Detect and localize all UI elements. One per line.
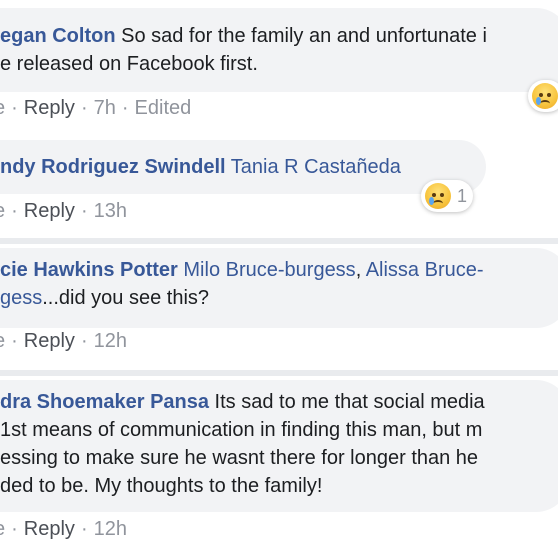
comment-block-2: ndy Rodriguez Swindell Tania R Castañeda… xyxy=(0,128,558,238)
comment-text: So sad for the family an and unfortunate… xyxy=(115,25,487,47)
timestamp-link[interactable]: 12h xyxy=(94,518,127,540)
reaction-badge[interactable]: 1 xyxy=(421,180,474,212)
comment-author-link[interactable]: ndy Rodriguez Swindell xyxy=(0,156,226,178)
comment-text: 1st means of communication in finding th… xyxy=(0,419,483,441)
comment-text-line: dra Shoemaker Pansa Its sad to me that s… xyxy=(0,388,485,417)
comment-actions: e·Reply·12h xyxy=(0,518,127,541)
reaction-count: 1 xyxy=(457,185,468,206)
comment-text: ...did you see this? xyxy=(42,287,210,309)
comment-text-line: ndy Rodriguez Swindell Tania R Castañeda xyxy=(0,153,401,182)
comment-author-link[interactable]: cie Hawkins Potter xyxy=(0,259,178,281)
comment-actions: e·Reply·7h·Edited xyxy=(0,97,191,120)
comment-author-link[interactable]: dra Shoemaker Pansa xyxy=(0,391,209,413)
timestamp-link[interactable]: 13h xyxy=(94,200,127,222)
comment-text-line: ded to be. My thoughts to the family! xyxy=(0,472,322,501)
comment-actions: e·Reply·12h xyxy=(0,330,127,353)
tagged-user-link[interactable]: Alissa Bruce- xyxy=(366,259,484,281)
reply-link[interactable]: Reply xyxy=(24,518,75,540)
comment-actions: e·Reply·13h xyxy=(0,200,127,223)
timestamp-link[interactable]: 12h xyxy=(94,330,127,352)
sad-emoji-icon xyxy=(532,83,558,109)
reply-link[interactable]: Reply xyxy=(24,330,75,352)
comment-block-3: cie Hawkins Potter Milo Bruce-burgess, A… xyxy=(0,244,558,370)
comment-text-line: gess...did you see this? xyxy=(0,284,209,313)
tagged-user-link[interactable]: Tania R Castañeda xyxy=(226,156,401,178)
comment-text: e released on Facebook first. xyxy=(0,53,258,75)
comment-text-line: 1st means of communication in finding th… xyxy=(0,416,482,445)
comment-text-line: cie Hawkins Potter Milo Bruce-burgess, A… xyxy=(0,259,484,281)
reply-link[interactable]: Reply xyxy=(24,97,75,119)
reply-link[interactable]: Reply xyxy=(24,200,75,222)
comment-text-line: egan Colton So sad for the family an and… xyxy=(0,22,487,51)
comment-text: Its sad to me that social media xyxy=(209,391,485,413)
comment-block-4: dra Shoemaker Pansa Its sad to me that s… xyxy=(0,376,558,558)
reaction-badge[interactable] xyxy=(528,80,558,112)
edited-label[interactable]: Edited xyxy=(135,97,192,119)
timestamp-link[interactable]: 7h xyxy=(94,97,116,119)
tagged-user-link[interactable]: Milo Bruce-burgess xyxy=(178,259,355,281)
comment-text-line: e released on Facebook first. xyxy=(0,50,258,79)
comment-text: ded to be. My thoughts to the family! xyxy=(0,475,323,497)
comment-author-link[interactable]: egan Colton xyxy=(0,25,116,47)
comment-block-1: egan Colton So sad for the family an and… xyxy=(0,0,558,128)
sad-emoji-icon xyxy=(425,183,451,209)
comment-text-line: essing to make sure he wasnt there for l… xyxy=(0,444,478,473)
tagged-user-link[interactable]: gess xyxy=(0,287,42,309)
comment-text: essing to make sure he wasnt there for l… xyxy=(0,447,479,469)
